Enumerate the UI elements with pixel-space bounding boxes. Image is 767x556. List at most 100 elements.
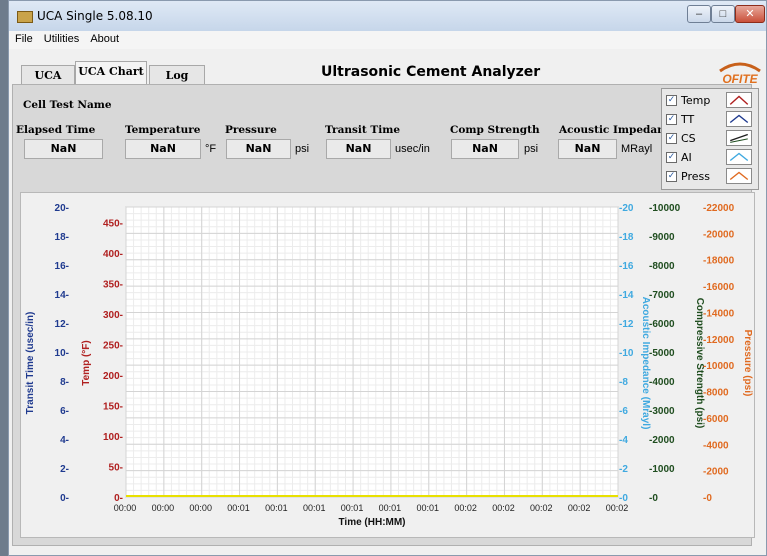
transit-time-tick-label: 14- [55, 290, 69, 301]
checkbox-press[interactable]: ✓ [666, 171, 677, 182]
legend-label-cs: CS [681, 132, 696, 145]
temp-tick-label: 150- [103, 401, 123, 412]
acoustic-impedance-tick-label: -0 [619, 493, 628, 504]
x-tick-label: 00:01 [379, 503, 402, 513]
uca-chart[interactable]: 00:00 00:00 00:00 00:01 00:01 00:01 00:01 00:01… [21, 193, 754, 537]
legend-label-tt: TT [681, 113, 695, 126]
minimize-button[interactable]: ‒ [687, 5, 711, 23]
window-title: UCA Single 5.08.10 [37, 9, 153, 23]
x-axis-title: Time (HH:MM) [338, 517, 405, 528]
pressure-tick-label: -14000 [703, 308, 735, 319]
temp-tick-label: 450- [103, 218, 123, 229]
compressive-strength-tick-label: -0 [649, 493, 658, 504]
transit-time-tick-label: 6- [60, 406, 69, 417]
comp-strength-value: NaN [451, 139, 519, 159]
transit-time-tick-label: 2- [60, 464, 69, 475]
temp-swatch-icon [726, 92, 752, 108]
compressive-strength-tick-label: -1000 [649, 464, 675, 475]
x-tick-label: 00:01 [303, 503, 326, 513]
compressive-strength-tick-label: -5000 [649, 348, 675, 359]
pressure-unit: psi [295, 143, 310, 155]
pressure-tick-label: -12000 [703, 335, 735, 346]
compressive-strength-tick-label: -10000 [649, 203, 681, 214]
menu-file[interactable]: File [11, 32, 37, 46]
checkbox-ai[interactable]: ✓ [666, 152, 677, 163]
app-icon [17, 11, 33, 23]
x-tick-label: 00:02 [530, 503, 553, 513]
legend-label-temp: Temp [681, 94, 711, 107]
page-title: Ultrasonic Cement Analyzer [321, 64, 541, 80]
maximize-button[interactable]: □ [711, 5, 735, 23]
temp-tick-label: 250- [103, 340, 123, 351]
tab-uca-chart[interactable]: UCA Chart [75, 61, 147, 86]
pressure-tick-label: -0 [703, 493, 712, 504]
tab-uca-info[interactable]: UCA Info [21, 65, 75, 102]
temperature-value: NaN [125, 139, 201, 159]
acoustic-impedance-tick-label: -4 [619, 435, 628, 446]
compressive-strength-tick-label: -7000 [649, 290, 675, 301]
legend-label-press: Press [681, 170, 710, 183]
title-bar[interactable]: UCA Single 5.08.10 ‒ □ ✕ [9, 1, 766, 31]
acoustic-impedance-tick-label: -2 [619, 464, 628, 475]
compressive-strength-tick-label: -4000 [649, 377, 675, 388]
compressive-strength-tick-label: -8000 [649, 261, 675, 272]
pressure-value: NaN [226, 139, 291, 159]
temp-axis-title: Temp (°F) [81, 340, 92, 385]
pressure-tick-label: -22000 [703, 203, 735, 214]
transit-time-tick-label: 20- [55, 203, 69, 214]
acoustic-impedance-tick-label: -18 [619, 232, 634, 243]
acoustic-impedance-tick-label: -6 [619, 406, 628, 417]
pressure-tick-label: -18000 [703, 256, 735, 267]
ai-swatch-icon [726, 149, 752, 165]
pressure-tick-label: -2000 [703, 467, 729, 478]
x-tick-label: 00:00 [189, 503, 212, 513]
transit-time-tick-label: 8- [60, 377, 69, 388]
x-tick-label: 00:01 [227, 503, 250, 513]
x-tick-label: 00:00 [152, 503, 175, 513]
transit-time-value: NaN [326, 139, 391, 159]
acoustic-impedance-value: NaN [558, 139, 617, 159]
tt-swatch-icon [726, 111, 752, 127]
tab-log-data[interactable]: Log Data [149, 65, 205, 102]
temperature-unit: °F [205, 143, 217, 155]
x-tick-label: 00:02 [454, 503, 477, 513]
transit-time-axis-title: Transit Time (usec/in) [25, 312, 36, 415]
checkbox-tt[interactable]: ✓ [666, 114, 677, 125]
menu-utilities[interactable]: Utilities [40, 32, 83, 46]
pressure-axis-title: Pressure (psi) [742, 330, 753, 397]
legend-panel: ✓ Temp ✓ TT ✓ CS ✓ AI ✓ Press [661, 88, 759, 190]
transit-time-tick-label: 18- [55, 232, 69, 243]
temp-tick-label: 50- [109, 462, 123, 473]
temperature-label: Temperature [125, 124, 201, 136]
chart-area[interactable]: 00:00 00:00 00:00 00:01 00:01 00:01 00:01 00:01… [20, 192, 755, 538]
checkbox-cs[interactable]: ✓ [666, 133, 677, 144]
press-swatch-icon [726, 168, 752, 184]
pressure-tick-label: -20000 [703, 229, 735, 240]
transit-time-label: Transit Time [325, 124, 401, 136]
elapsed-time-value: NaN [24, 139, 103, 159]
comp-strength-unit: psi [524, 143, 539, 155]
pressure-label: Pressure [225, 124, 277, 136]
x-tick-label: 00:01 [265, 503, 288, 513]
acoustic-impedance-tick-label: -16 [619, 261, 634, 272]
acoustic-impedance-tick-label: -12 [619, 319, 634, 330]
pressure-tick-label: -16000 [703, 282, 735, 293]
temp-tick-label: 200- [103, 371, 123, 382]
pressure-tick-label: -10000 [703, 361, 735, 372]
pressure-tick-label: -6000 [703, 414, 729, 425]
checkbox-temp[interactable]: ✓ [666, 95, 677, 106]
temp-tick-label: 400- [103, 249, 123, 260]
legend-label-ai: AI [681, 151, 692, 164]
close-button[interactable]: ✕ [735, 5, 765, 23]
menu-about[interactable]: About [86, 32, 123, 46]
x-tick-label: 00:02 [606, 503, 629, 513]
pressure-tick-label: -4000 [703, 440, 729, 451]
transit-time-tick-label: 16- [55, 261, 69, 272]
pressure-tick-label: -8000 [703, 388, 729, 399]
transit-time-unit: usec/in [395, 143, 430, 155]
acoustic-impedance-tick-label: -14 [619, 290, 634, 301]
menu-bar: File Utilities About [9, 31, 766, 49]
transit-time-tick-label: 10- [55, 348, 69, 359]
compressive-strength-tick-label: -6000 [649, 319, 675, 330]
cs-swatch-icon [726, 130, 752, 146]
